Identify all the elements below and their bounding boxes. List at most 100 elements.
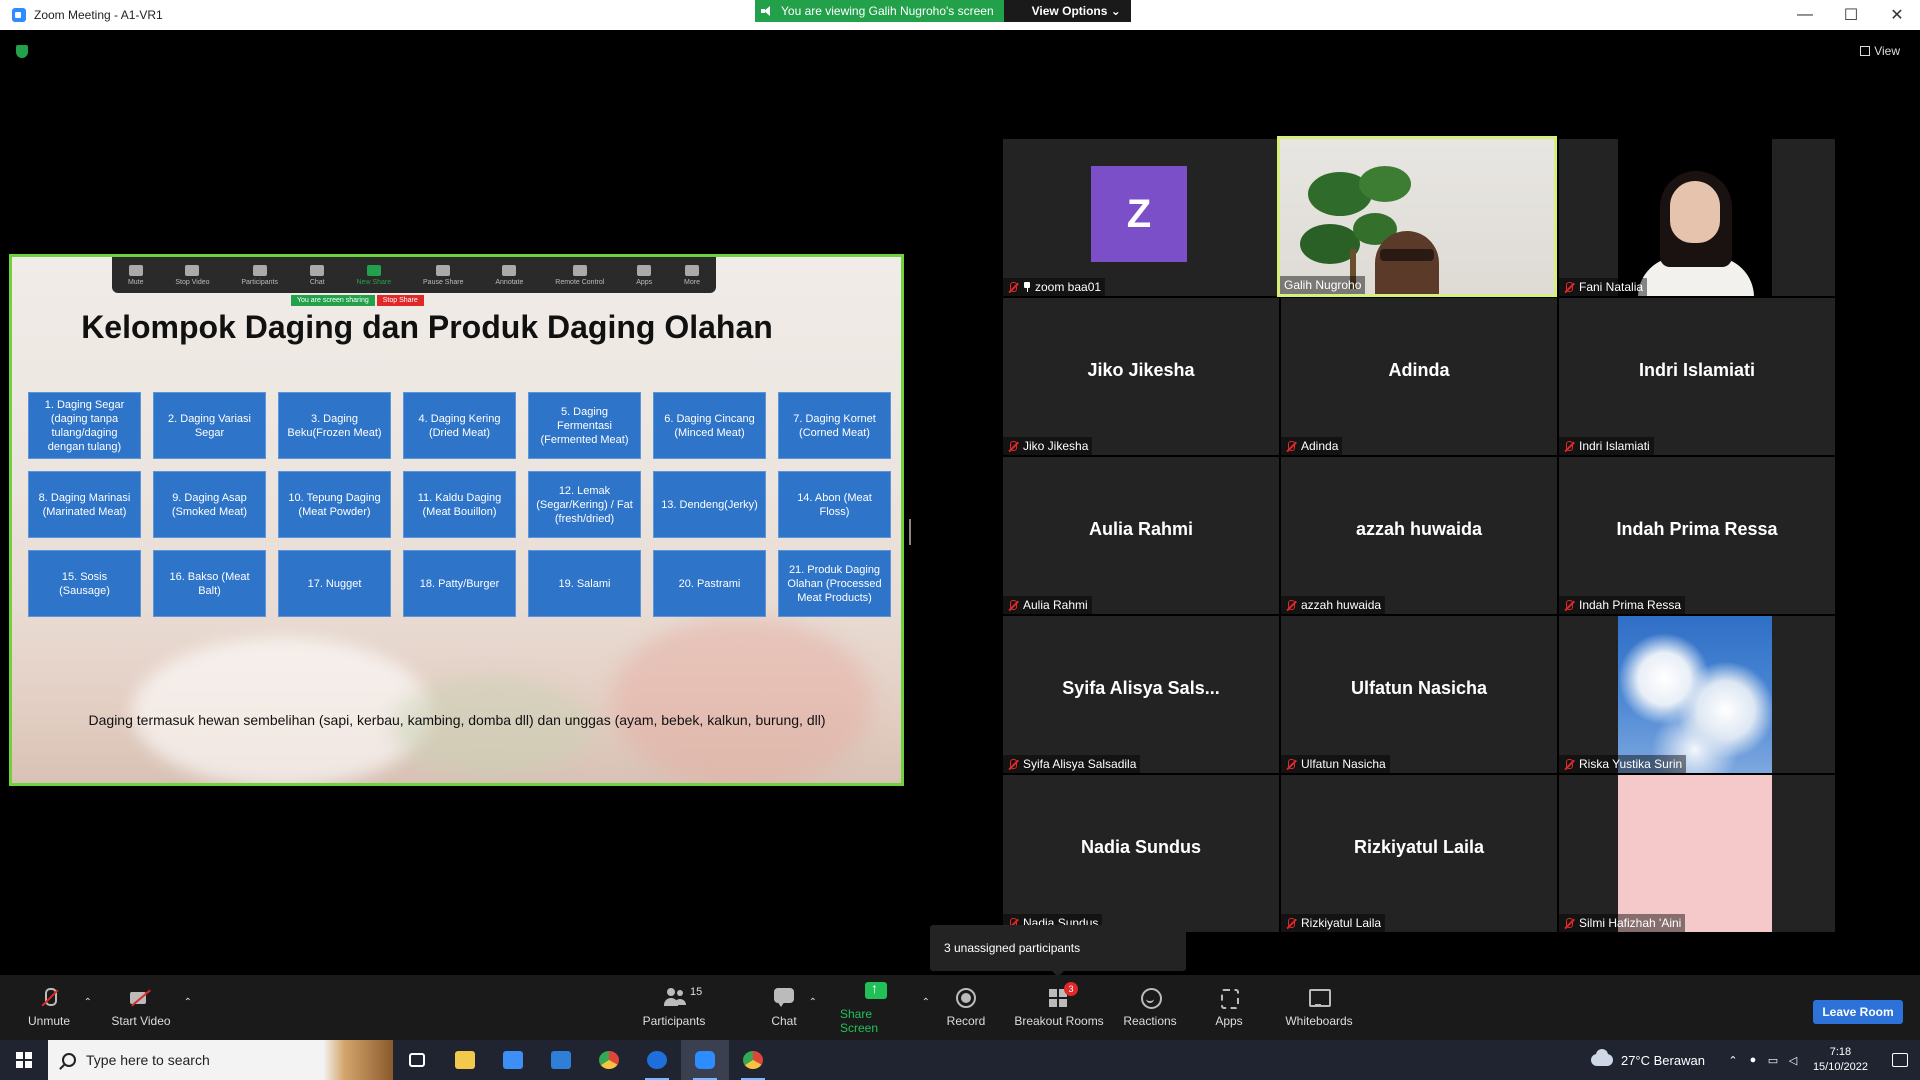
muted-mic-icon [1563,599,1575,611]
whiteboards-button[interactable]: Whiteboards [1284,975,1354,1040]
meat-category-box: 19. Salami [528,550,641,617]
audio-options-caret[interactable]: ⌃ [84,997,92,1008]
taskbar-store[interactable] [489,1040,537,1080]
network-icon[interactable]: ▭ [1763,1040,1783,1080]
pen-icon [502,264,517,276]
participant-name-label: zoom baa01 [1003,278,1106,296]
chat-button[interactable]: Chat ⌃ [769,975,817,1040]
participant-tile[interactable]: Silmi Hafizhah 'Aini [1559,775,1835,932]
split-resize-handle[interactable] [909,519,911,545]
muted-mic-icon [1007,440,1019,452]
shared-stop-share: Stop Share [376,295,424,306]
taskbar-file-explorer[interactable] [441,1040,489,1080]
participant-video [1618,775,1772,932]
unmute-button[interactable]: Unmute ⌃ [24,975,92,1040]
chrome-icon [743,1051,763,1069]
view-options-button[interactable]: View Options ⌄ [1003,0,1131,22]
taskbar-mail[interactable] [537,1040,585,1080]
meat-category-box: 16. Bakso (Meat Balt) [153,550,266,617]
participant-tile[interactable]: Syifa Alisya Sals... Syifa Alisya Salsad… [1003,616,1279,773]
participant-display-name: Nadia Sundus [1080,837,1201,857]
participant-tile[interactable]: azzah huwaida azzah huwaida [1281,457,1557,614]
record-button[interactable]: Record [946,975,986,1040]
participant-name-label: Rizkiyatul Laila [1281,914,1386,932]
participants-icon: 15 [662,986,702,1008]
meat-category-box: 18. Patty/Burger [403,550,516,617]
window-title: Zoom Meeting - A1-VR1 [34,8,163,22]
meat-category-box: 5. Daging Fermentasi (Fermented Meat) [528,392,641,459]
window-titlebar: Zoom Meeting - A1-VR1 You are viewing Ga… [0,0,1920,30]
taskbar-chrome-profile[interactable] [729,1040,777,1080]
video-options-caret[interactable]: ⌃ [184,997,192,1008]
participant-tile[interactable]: Riska Yustika Surin [1559,616,1835,773]
clock-time: 7:18 [1829,1046,1852,1058]
taskbar-zoom[interactable] [681,1040,729,1080]
meat-category-box: 6. Daging Cincang (Minced Meat) [653,392,766,459]
microphone-icon[interactable]: ● [1743,1040,1763,1080]
view-button[interactable]: View [1860,44,1900,58]
unassigned-participants-tooltip[interactable]: 3 unassigned participants [930,925,1186,977]
search-icon [62,1053,76,1067]
participant-tile-active-speaker[interactable]: Galih Nugroho [1277,136,1557,297]
participant-tile[interactable]: Indah Prima Ressa Indah Prima Ressa [1559,457,1835,614]
reactions-button[interactable]: Reactions [1123,975,1177,1040]
participant-tile[interactable]: Ulfatun Nasicha Ulfatun Nasicha [1281,616,1557,773]
taskbar-search[interactable]: Type here to search [48,1040,393,1080]
meat-category-box: 4. Daging Kering (Dried Meat) [403,392,516,459]
participants-button[interactable]: 15 Participants [641,975,707,1040]
muted-mic-icon [37,987,61,1008]
notifications-button[interactable] [1880,1040,1920,1080]
share-screen-button[interactable]: Share Screen ⌃ [840,975,930,1040]
mouse-icon [572,264,587,276]
participant-tile[interactable]: Aulia Rahmi Aulia Rahmi [1003,457,1279,614]
zoom-icon [695,1051,715,1069]
participant-name-label: Galih Nugroho [1280,276,1366,294]
participant-tile[interactable]: Jiko Jikesha Jiko Jikesha [1003,298,1279,455]
taskbar-chrome[interactable] [585,1040,633,1080]
meat-category-box: 17. Nugget [278,550,391,617]
start-button[interactable] [0,1040,48,1080]
reactions-icon [1138,987,1162,1009]
taskbar-clock[interactable]: 7:18 15/10/2022 [1813,1045,1868,1075]
notification-icon [1892,1053,1908,1067]
participant-tile[interactable]: Indri Islamiati Indri Islamiati [1559,298,1835,455]
participant-tile[interactable]: Z zoom baa01 [1003,139,1279,296]
meat-category-box: 11. Kaldu Daging (Meat Bouillon) [403,471,516,538]
chat-options-caret[interactable]: ⌃ [809,997,817,1008]
minimize-button[interactable]: — [1782,0,1828,30]
participant-name-label: Indri Islamiati [1559,437,1654,455]
zoom-app-icon [12,8,26,22]
participant-tile[interactable]: Nadia Sundus Nadia Sundus [1003,775,1279,932]
avatar: Z [1091,166,1187,262]
participant-display-name: Rizkiyatul Laila [1353,837,1485,857]
participant-name-label: Jiko Jikesha [1003,437,1093,455]
start-video-button[interactable]: Start Video ⌃ [108,975,192,1040]
maximize-button[interactable]: ☐ [1828,0,1874,30]
task-view-button[interactable] [393,1040,441,1080]
encryption-shield-icon[interactable] [16,45,28,58]
more-icon [685,264,699,276]
breakout-rooms-button[interactable]: 3 Breakout Rooms [1014,975,1104,1040]
taskbar-teamviewer[interactable] [633,1040,681,1080]
apps-button[interactable]: Apps [1213,975,1245,1040]
participant-display-name: azzah huwaida [1355,519,1483,539]
shared-meeting-toolbar: Mute Stop Video Participants Chat New Sh… [112,257,716,293]
leave-room-button[interactable]: Leave Room [1813,1000,1903,1024]
participant-name-label: Indah Prima Ressa [1559,596,1686,614]
volume-icon[interactable]: ◁ [1783,1040,1803,1080]
participant-tile[interactable]: Rizkiyatul Laila Rizkiyatul Laila [1281,775,1557,932]
tray-overflow-icon[interactable]: ⌃ [1723,1040,1743,1080]
close-button[interactable]: ✕ [1874,0,1920,30]
weather-widget[interactable]: 27°C Berawan [1590,1049,1705,1068]
windows-taskbar: Type here to search 27°C Berawan ⌃ ● ▭ ◁… [0,1040,1920,1080]
muted-mic-icon [1285,599,1297,611]
participant-name-label: Fani Natalia [1559,278,1648,296]
viewing-text: You are viewing Galih Nugroho's screen [781,4,994,18]
meat-category-box: 14. Abon (Meat Floss) [778,471,891,538]
whiteboard-icon [1307,988,1331,1008]
meat-category-box: 3. Daging Beku(Frozen Meat) [278,392,391,459]
mic-icon [128,264,143,276]
participant-tile[interactable]: Fani Natalia [1559,139,1835,296]
participant-tile[interactable]: Adinda Adinda [1281,298,1557,455]
share-options-caret[interactable]: ⌃ [922,997,930,1008]
